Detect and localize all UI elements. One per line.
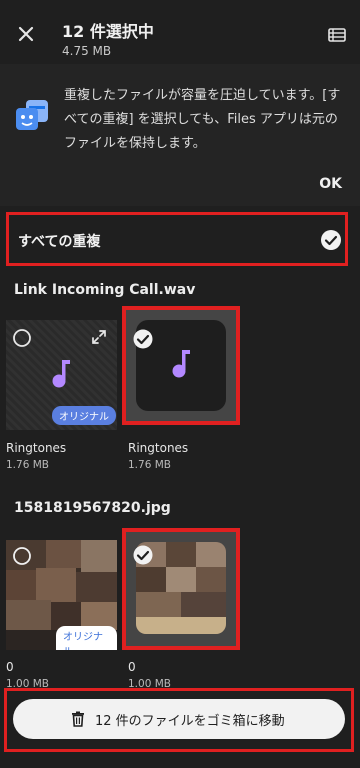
checked-circle-icon[interactable] bbox=[320, 229, 342, 251]
file-tile-duplicate-audio[interactable] bbox=[122, 306, 240, 425]
list-view-icon bbox=[328, 28, 346, 42]
image-pixel-block bbox=[81, 540, 117, 572]
image-pixel-block bbox=[136, 567, 166, 592]
file-folder-name: 0 bbox=[6, 660, 14, 674]
original-badge: オリジナル bbox=[52, 406, 116, 425]
image-pixel-block bbox=[166, 567, 196, 592]
file-tile-original-audio[interactable]: オリジナル bbox=[6, 320, 117, 430]
checked-circle-icon[interactable] bbox=[132, 328, 154, 350]
file-tile-original-image[interactable]: オリジナル bbox=[6, 540, 117, 650]
info-text: 重複したファイルが容量を圧迫しています。[すべての重複] を選択しても、File… bbox=[64, 88, 341, 151]
image-pixel-block bbox=[76, 572, 117, 602]
move-to-trash-button[interactable]: 12 件のファイルをゴミ箱に移動 bbox=[13, 699, 345, 739]
music-note-icon bbox=[52, 360, 70, 388]
image-pixel-block bbox=[6, 600, 51, 630]
file-tile-duplicate-image[interactable] bbox=[122, 528, 240, 650]
title-block: 12 件選択中 4.75 MB bbox=[62, 18, 154, 58]
all-duplicates-row[interactable]: すべての重複 bbox=[6, 212, 348, 266]
trash-icon bbox=[72, 711, 84, 727]
file-size: 1.76 MB bbox=[128, 459, 171, 471]
image-pixel-block bbox=[46, 540, 81, 568]
ok-button[interactable]: OK bbox=[319, 176, 342, 192]
group-title-jpg: 1581819567820.jpg bbox=[14, 500, 171, 516]
image-pixel-block bbox=[196, 567, 226, 592]
image-pixel-block bbox=[36, 568, 76, 602]
all-duplicates-label: すべての重複 bbox=[18, 234, 101, 250]
duplicates-info-banner: 重複したファイルが容量を圧迫しています。[すべての重複] を選択しても、File… bbox=[0, 64, 360, 206]
unchecked-circle-icon[interactable] bbox=[12, 328, 32, 348]
music-note-icon bbox=[172, 350, 190, 378]
checked-circle-icon[interactable] bbox=[132, 544, 154, 566]
file-folder-name: 0 bbox=[128, 660, 136, 674]
image-pixel-block bbox=[136, 592, 181, 617]
move-to-trash-label: 12 件のファイルをゴミ箱に移動 bbox=[95, 714, 285, 729]
bottom-action-area: 12 件のファイルをゴミ箱に移動 bbox=[4, 688, 354, 752]
image-pixel-block bbox=[6, 570, 36, 600]
unchecked-circle-icon[interactable] bbox=[12, 546, 32, 566]
original-badge: オリジナル bbox=[56, 626, 117, 650]
duplicate-files-icon bbox=[16, 100, 48, 130]
image-pixel-block bbox=[181, 592, 226, 617]
expand-icon[interactable] bbox=[90, 328, 108, 346]
top-app-bar: 12 件選択中 4.75 MB bbox=[0, 0, 360, 64]
file-folder-name: Ringtones bbox=[128, 441, 189, 455]
close-button[interactable] bbox=[12, 20, 40, 48]
file-folder-name: Ringtones bbox=[6, 441, 67, 455]
image-pixel-block bbox=[166, 542, 196, 567]
group-title-wav: Link Incoming Call.wav bbox=[14, 282, 196, 298]
selection-count-title: 12 件選択中 bbox=[62, 22, 154, 41]
image-pixel-block bbox=[136, 617, 226, 634]
image-pixel-block bbox=[196, 542, 226, 567]
list-view-button[interactable] bbox=[326, 24, 348, 46]
close-icon bbox=[18, 26, 34, 42]
selection-size: 4.75 MB bbox=[62, 44, 112, 58]
file-size: 1.76 MB bbox=[6, 459, 49, 471]
